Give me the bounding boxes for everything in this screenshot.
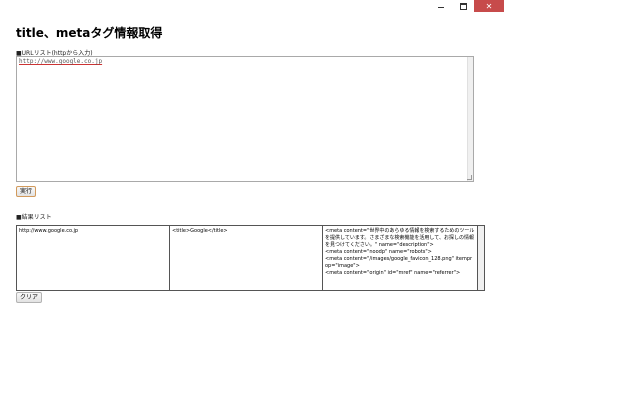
page-title: title、metaタグ情報取得 [16, 26, 163, 40]
minimize-button[interactable] [430, 0, 452, 12]
result-scrollbar[interactable] [477, 225, 485, 291]
result-title-cell: <title>Google</title> [169, 225, 323, 291]
result-table: http://www.google.co.jp <title>Google</t… [16, 225, 485, 291]
result-list-label: ■結果リスト [16, 214, 52, 221]
run-button[interactable]: 実行 [16, 186, 37, 197]
url-list-textarea[interactable]: http://www.google.co.jp [16, 56, 474, 182]
meta-line: <meta content="origin" id="mref" name="r… [325, 270, 461, 276]
maximize-icon [459, 2, 467, 10]
window-controls: ✕ [430, 0, 504, 12]
close-icon: ✕ [485, 1, 493, 11]
maximize-button[interactable] [452, 0, 474, 12]
meta-line: <meta content="/images/google_favicon_12… [325, 256, 473, 269]
meta-line: <meta content="noodp" name="robots"> [325, 249, 432, 255]
app-window: ✕ title、metaタグ情報取得 ■URLリスト(httpから入力) htt… [0, 0, 640, 400]
result-meta-cell: <meta content="世界中のあらゆる情報を検索するためのツールを提供し… [322, 225, 478, 291]
url-list-scrollbar[interactable] [467, 57, 473, 181]
resize-handle-icon[interactable] [467, 175, 472, 180]
minimize-icon [438, 7, 444, 8]
clear-button[interactable]: クリア [16, 292, 43, 303]
close-button[interactable]: ✕ [474, 0, 504, 12]
table-row: http://www.google.co.jp <title>Google</t… [16, 225, 485, 291]
url-list-value: http://www.google.co.jp [19, 58, 471, 65]
result-url-cell: http://www.google.co.jp [16, 225, 170, 291]
meta-line: <meta content="世界中のあらゆる情報を検索するためのツールを提供し… [325, 228, 475, 248]
url-entry: http://www.google.co.jp [19, 58, 103, 65]
